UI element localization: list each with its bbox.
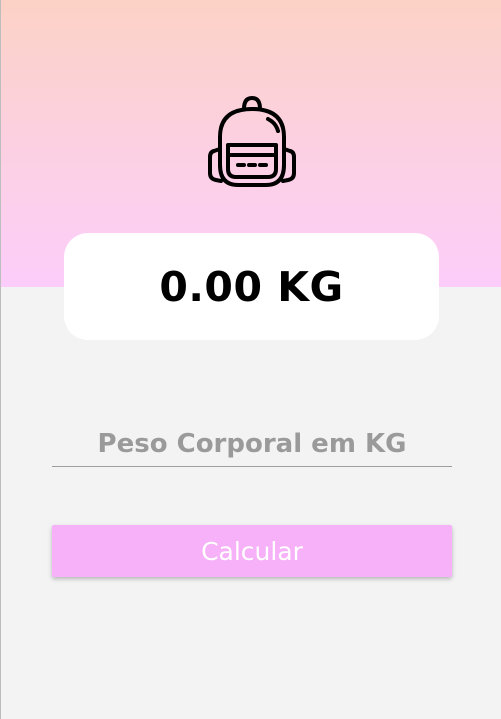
- result-value: 0.00 KG: [159, 262, 344, 311]
- result-card: 0.00 KG: [64, 233, 439, 340]
- calculate-button[interactable]: Calcular: [52, 525, 452, 577]
- backpack-icon: [208, 96, 296, 187]
- body-weight-input[interactable]: [52, 422, 452, 467]
- app-screen: 0.00 KG Calcular: [0, 0, 501, 719]
